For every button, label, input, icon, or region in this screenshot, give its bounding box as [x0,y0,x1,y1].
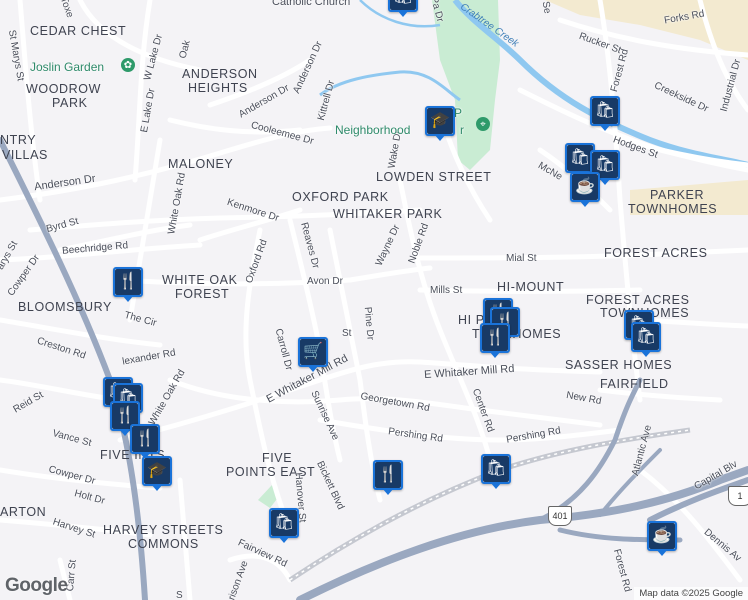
interstate-401-shield: 401 [548,506,572,526]
neighborhood-label: TOWNHOMES [628,202,718,216]
park-marker-icon[interactable]: ⌖ [476,117,490,131]
neighborhood-label: VILLAS [2,148,48,162]
restaurant-icon: 🍴 [115,269,141,295]
neighborhood-label: WHITAKER PARK [333,207,443,221]
map-pin-restaurant[interactable]: 🍴 [373,460,403,495]
map-pin-shopping[interactable]: 🛍 [631,322,661,357]
neighborhood-label: WOODROW [26,82,102,96]
neighborhood-label: CEDAR CHEST [30,24,127,38]
map-pin-cafe[interactable]: ☕ [570,172,600,207]
street-label: St [342,328,352,339]
neighborhood-label: FIVE [262,451,293,465]
creek-branch [319,70,461,102]
shopping-bag-icon: 🛍 [592,98,618,124]
neighborhood-label: SASSER HOMES [565,358,673,372]
street-label: S [176,590,183,600]
neighborhood-poi-tail: r [460,123,464,137]
map-pin-school[interactable]: 🎓 [142,456,172,491]
restaurant-icon: 🍴 [132,426,158,452]
map-pin-school[interactable]: 🎓 [425,106,455,141]
joslin-garden-label[interactable]: Joslin Garden [30,60,104,74]
shopping-bag-icon: 🛍 [390,0,416,10]
map-pin-cafe[interactable]: ☕ [647,521,677,556]
street-label: Mills St [430,285,463,296]
neighborhood-label: FOREST ACRES [586,293,690,307]
school-icon: 🎓 [144,458,170,484]
street-label: Avon Dr [307,276,343,287]
neighborhood-label: NTRY [0,133,37,147]
neighborhood-label: HEIGHTS [188,81,248,95]
school-icon: 🎓 [427,108,453,134]
neighborhood-label: WHITE OAK [162,273,238,287]
neighborhood-label: OXFORD PARK [292,190,389,204]
cafe-icon: ☕ [649,523,675,549]
neighborhood-label: HARVEY STREETS [103,523,224,537]
neighborhood-label: ARTON [0,505,47,519]
restaurant-icon: 🍴 [375,462,401,488]
map-pin-shopping[interactable]: 🛍 [590,96,620,131]
poi-fragment: P [454,106,463,120]
neighborhood-label: BLOOMSBURY [18,300,112,314]
cafe-icon: ☕ [572,174,598,200]
neighborhood-label: FOREST ACRES [604,246,708,260]
shopping-bag-icon: 🛍 [483,456,509,482]
neighborhood-label-poi[interactable]: Neighborhood [335,123,410,137]
neighborhood-label: ANDERSON [182,67,258,81]
map-pin-restaurant[interactable]: 🍴 [113,267,143,302]
neighborhood-label: HI-MOUNT [497,280,565,294]
neighborhood-label: LOWDEN STREET [376,170,492,184]
map-pin[interactable]: 🛍 [388,0,418,17]
map-pin-restaurant[interactable]: 🍴 [480,323,510,358]
street-label: Mial St [506,253,537,264]
shopping-bag-icon: 🛍 [633,324,659,350]
neighborhood-label: FOREST [175,287,230,301]
neighborhood-label: PARK [52,96,88,110]
map-pin-shopping[interactable]: 🛍 [481,454,511,489]
shopping-bag-icon: 🛍 [271,510,297,536]
neighborhood-label: COMMONS [128,537,199,551]
map-attribution[interactable]: Map data ©2025 Google [634,587,748,600]
map-pin-grocery[interactable]: 🛒 [298,337,328,372]
restaurant-icon: 🍴 [482,325,508,351]
map-pin-shopping[interactable]: 🛍 [269,508,299,543]
map-canvas[interactable]: CEDAR CHEST ANDERSON HEIGHTS WOODROW PAR… [0,0,748,600]
map-pin-restaurant[interactable]: 🍴 [130,424,160,459]
neighborhood-label: FAIRFIELD [600,377,669,391]
us-1-shield: 1 [728,486,748,506]
neighborhood-label: PARKER [650,188,705,202]
shopping-cart-icon: 🛒 [300,339,326,365]
street-label: Catholic Church [272,0,351,8]
google-logo[interactable]: Google [5,575,68,597]
garden-icon[interactable]: ✿ [121,58,135,72]
neighborhood-label: MALONEY [168,157,234,171]
street-label: Se [539,0,553,15]
